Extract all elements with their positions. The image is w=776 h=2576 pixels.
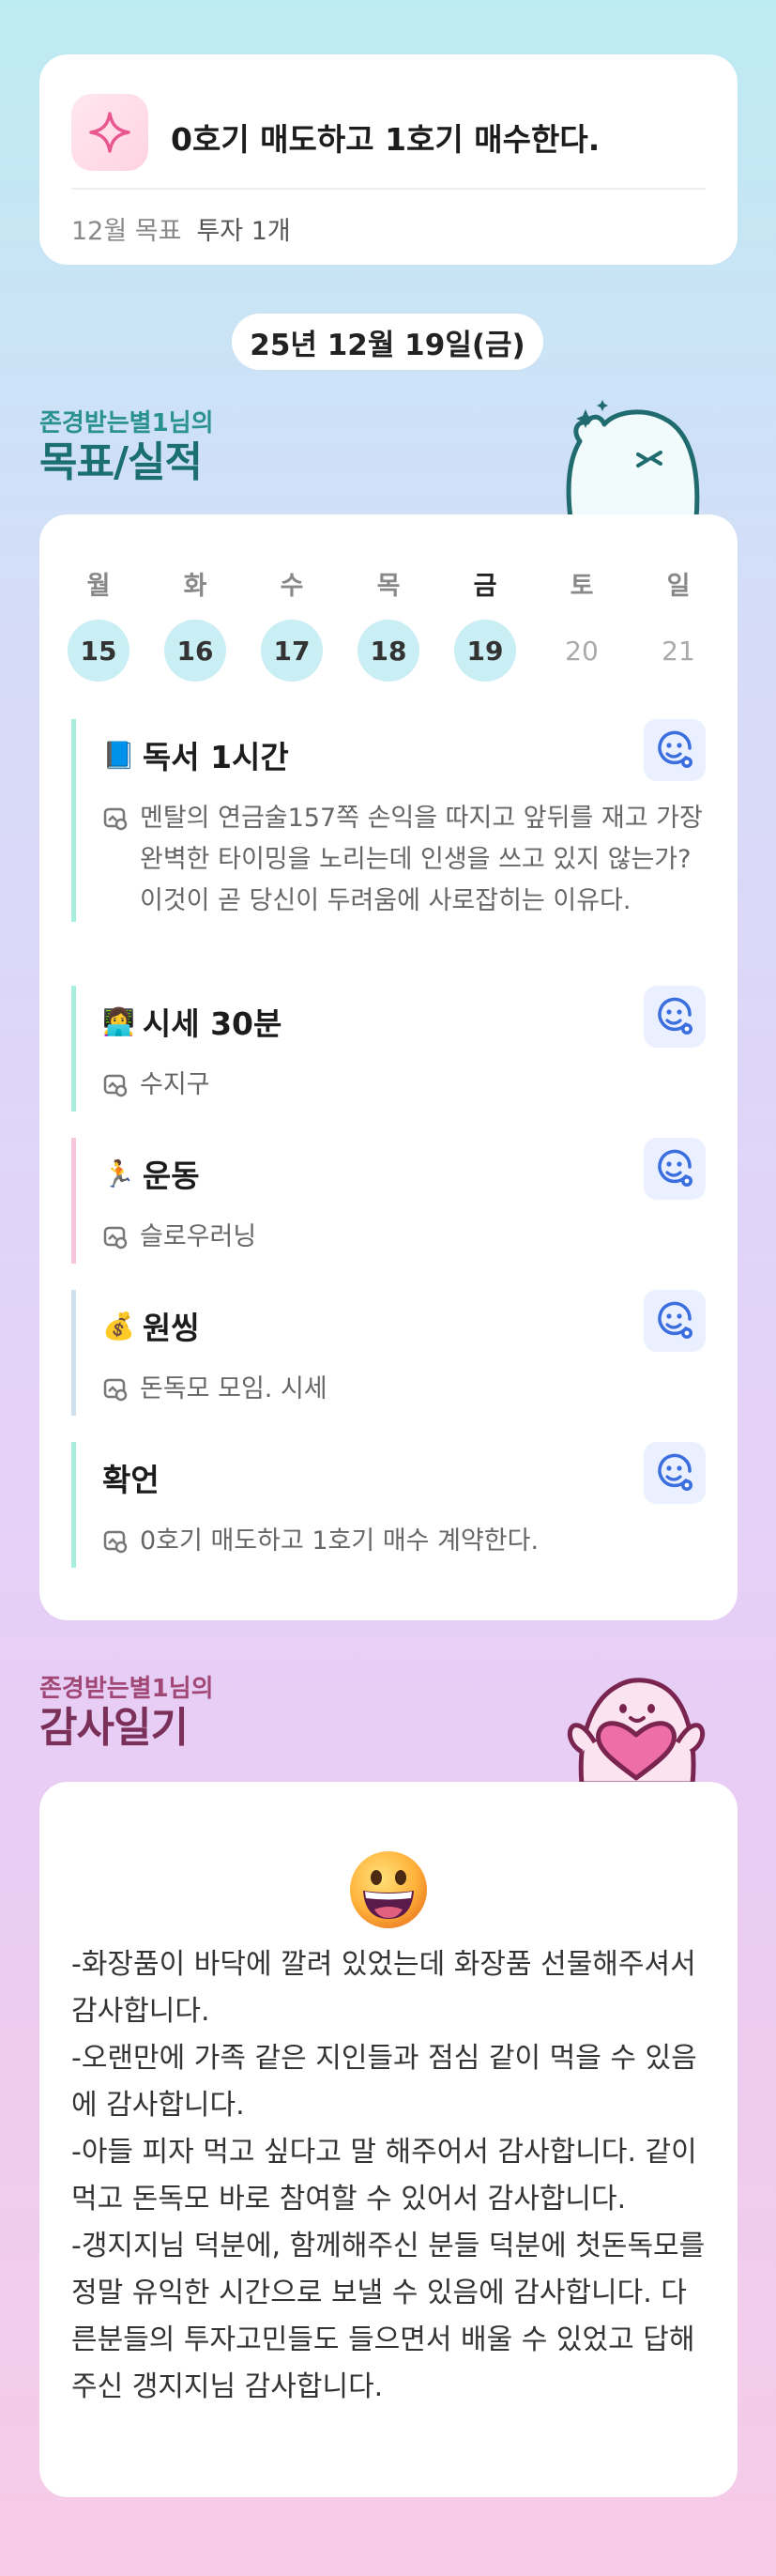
smile-icon <box>658 1301 692 1339</box>
task-desc-text: 0호기 매도하고 1호기 매수 계약한다. <box>140 1526 540 1556</box>
day-name: 화 <box>183 572 207 601</box>
sparkle-icon <box>71 94 148 171</box>
task-title-text: 운동 <box>142 1158 200 1194</box>
day-name: 토 <box>570 572 594 601</box>
task-title: 💰 원씽 <box>102 1290 706 1348</box>
task-item[interactable]: 확언 0호기 매도하고 1호기 매수 계약한다. <box>71 1442 706 1568</box>
note-icon <box>102 804 129 845</box>
monthly-goal-card[interactable]: 0호기 매도하고 1호기 매수한다. 12월 목표 투자 1개 <box>39 54 738 265</box>
day-thu[interactable]: 목 18 <box>358 565 419 682</box>
day-sat[interactable]: 토 20 <box>551 565 613 682</box>
task-title: 👩‍💻 시세 30분 <box>102 986 706 1044</box>
note-icon <box>102 1070 129 1112</box>
reaction-button[interactable] <box>644 1442 706 1504</box>
day-number: 16 <box>164 620 226 682</box>
note-icon <box>102 1374 129 1416</box>
date-label[interactable]: 25년 12월 19일(금) <box>232 314 543 370</box>
note-icon <box>102 1526 129 1568</box>
task-desc: 돈독모 모임. 시세 <box>102 1369 706 1416</box>
day-sun[interactable]: 일 21 <box>647 565 709 682</box>
task-desc: 멘탈의 연금술157쪽 손익을 따지고 앞뒤를 재고 가장 완벽한 타이밍을 노… <box>102 798 706 922</box>
task-desc-text: 수지구 <box>140 1070 210 1099</box>
goal-title: 0호기 매도하고 1호기 매수한다. <box>171 121 601 158</box>
reaction-button[interactable] <box>644 1138 706 1200</box>
task-title-text: 독서 1시간 <box>142 739 289 775</box>
gratitude-text: -화장품이 바닥에 깔려 있었는데 화장품 선물해주셔서 감사합니다. -오랜만… <box>71 1948 706 2403</box>
goal-summary: 투자 1개 <box>196 217 291 246</box>
day-fri[interactable]: 금 19 <box>454 565 516 682</box>
task-desc: 수지구 <box>102 1065 706 1112</box>
gratitude-card: -화장품이 바닥에 깔려 있었는데 화장품 선물해주셔서 감사합니다. -오랜만… <box>39 1782 738 2497</box>
task-title-text: 원씽 <box>142 1310 200 1346</box>
gratitude-section-title: 감사일기 <box>39 1704 189 1752</box>
task-title: 확언 <box>102 1442 706 1500</box>
mascot-waving-icon <box>559 394 709 522</box>
task-item[interactable]: 💰 원씽 돈독모 모임. 시세 <box>71 1290 706 1416</box>
task-title: 📘 독서 1시간 <box>102 719 706 777</box>
day-wed[interactable]: 수 17 <box>261 565 323 682</box>
task-title: 🏃 운동 <box>102 1138 706 1196</box>
day-mon[interactable]: 월 15 <box>68 565 129 682</box>
goals-section-title: 목표/실적 <box>39 438 203 486</box>
task-item[interactable]: 🏃 운동 슬로우러닝 <box>71 1138 706 1264</box>
day-number: 19 <box>454 620 516 682</box>
task-desc-text: 돈독모 모임. 시세 <box>140 1374 327 1403</box>
task-title-text: 확언 <box>102 1462 160 1498</box>
day-number: 17 <box>261 620 323 682</box>
reaction-button[interactable] <box>644 719 706 781</box>
day-number: 18 <box>358 620 419 682</box>
day-name: 월 <box>86 572 111 601</box>
week-strip: 월 15 화 16 수 17 목 18 금 19 토 20 일 21 <box>68 565 709 682</box>
smile-icon <box>658 997 692 1035</box>
grinning-face-icon <box>346 1848 431 1936</box>
day-name: 금 <box>473 572 497 601</box>
task-title-text: 시세 30분 <box>142 1005 282 1042</box>
goal-meta: 12월 목표 투자 1개 <box>71 210 291 247</box>
runner-icon: 🏃 <box>102 1158 135 1189</box>
day-number: 20 <box>565 635 599 667</box>
task-item[interactable]: 👩‍💻 시세 30분 수지구 <box>71 986 706 1112</box>
goal-month-label: 12월 목표 <box>71 217 182 246</box>
task-item[interactable]: 📘 독서 1시간 멘탈의 연금술157쪽 손익을 따지고 앞뒤를 재고 가장 완… <box>71 719 706 922</box>
mascot-heart-icon <box>561 1667 711 1787</box>
day-name: 수 <box>280 572 304 601</box>
day-number: 15 <box>68 620 129 682</box>
goals-card: 월 15 화 16 수 17 목 18 금 19 토 20 일 21 � <box>39 514 738 1620</box>
technologist-icon: 👩‍💻 <box>102 1005 135 1037</box>
smile-icon <box>658 1149 692 1187</box>
day-number: 21 <box>662 635 695 667</box>
reaction-button[interactable] <box>644 1290 706 1352</box>
note-icon <box>102 1222 129 1264</box>
task-desc: 0호기 매도하고 1호기 매수 계약한다. <box>102 1521 706 1568</box>
task-desc-text: 슬로우러닝 <box>140 1222 257 1251</box>
day-name: 일 <box>666 572 691 601</box>
day-name: 목 <box>376 572 401 601</box>
task-desc-text: 멘탈의 연금술157쪽 손익을 따지고 앞뒤를 재고 가장 완벽한 타이밍을 노… <box>140 804 703 915</box>
divider <box>71 188 706 190</box>
book-icon: 📘 <box>102 739 135 771</box>
smile-icon <box>658 730 692 768</box>
money-bag-icon: 💰 <box>102 1310 135 1342</box>
day-tue[interactable]: 화 16 <box>164 565 226 682</box>
smile-icon <box>658 1453 692 1491</box>
task-desc: 슬로우러닝 <box>102 1217 706 1264</box>
reaction-button[interactable] <box>644 986 706 1048</box>
